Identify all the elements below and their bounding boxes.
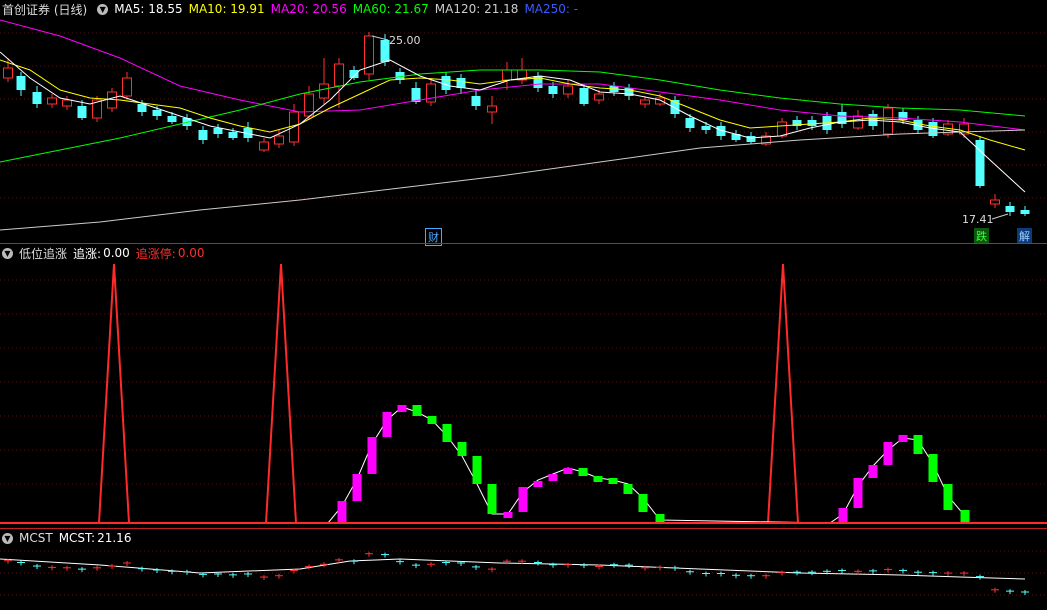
candle-body xyxy=(319,83,329,99)
event-badge-jie[interactable]: 解 xyxy=(1017,228,1032,244)
candle-body xyxy=(304,93,314,117)
candle-body xyxy=(349,70,359,78)
candle-body xyxy=(502,69,512,81)
candle-body xyxy=(198,130,208,140)
main-chart-panel[interactable]: 首创证券 (日线) ▼ MA5: 18.55 MA10: 19.91 MA20: 2… xyxy=(0,0,1047,246)
indicator-bar xyxy=(593,476,603,482)
indicator-bar xyxy=(457,442,467,456)
indicator-bar xyxy=(868,465,878,478)
candle-body xyxy=(701,126,711,130)
candle-body xyxy=(746,136,756,142)
indicator-bar xyxy=(397,405,407,412)
candle-body xyxy=(1020,210,1030,214)
indicator-bar xyxy=(518,487,528,512)
indicator-bar xyxy=(853,478,863,508)
candle-body xyxy=(594,93,604,101)
indicator-bar xyxy=(928,454,938,482)
candle-body xyxy=(685,118,695,128)
candlestick-chart[interactable]: 25.00 17.41 xyxy=(0,0,1047,244)
indicator-bar xyxy=(638,494,648,512)
candle-body xyxy=(563,85,573,95)
candle-body xyxy=(777,121,787,137)
candle-body xyxy=(471,96,481,106)
low-marker xyxy=(991,213,1009,220)
indicator-bar xyxy=(960,510,970,523)
indicator-bar xyxy=(352,474,362,501)
candle-body xyxy=(16,76,26,90)
high-marker xyxy=(371,35,389,41)
candle-body xyxy=(334,63,344,87)
indicator-chart[interactable] xyxy=(0,244,1047,528)
candle-body xyxy=(213,128,223,134)
indicator-bar xyxy=(503,512,513,518)
low-price-label: 17.41 xyxy=(962,213,994,226)
candle-body xyxy=(441,76,451,90)
event-badge-die[interactable]: 跌 xyxy=(974,228,989,244)
indicator-bar xyxy=(838,508,848,523)
candle-body xyxy=(3,67,13,79)
indicator-bar xyxy=(883,442,893,465)
candle-body xyxy=(167,116,177,122)
indicator-panel[interactable]: ▼ 低位追涨 追涨: 0.00 追涨停: 0.00 xyxy=(0,244,1047,528)
candle-body xyxy=(32,92,42,104)
candle-body xyxy=(137,104,147,112)
indicator-bar xyxy=(548,474,558,481)
indicator-bar xyxy=(427,416,437,424)
indicator-bar xyxy=(578,468,588,476)
indicator-bar xyxy=(655,514,665,523)
indicator-bar xyxy=(472,456,482,484)
indicator-bar xyxy=(533,481,543,487)
mcst-panel[interactable]: ▼ MCST MCST: 21.16 xyxy=(0,529,1047,610)
candle-body xyxy=(640,99,650,105)
candle-body xyxy=(228,132,238,138)
indicator-bar xyxy=(487,484,497,514)
candle-body xyxy=(62,99,72,107)
candle-body xyxy=(975,140,985,186)
candle-body xyxy=(152,110,162,116)
mcst-chart[interactable] xyxy=(0,529,1047,610)
indicator-bar xyxy=(382,412,392,437)
candle-body xyxy=(47,97,57,105)
ma120-line xyxy=(0,129,1026,231)
indicator-bar xyxy=(412,405,422,416)
candle-body xyxy=(274,135,284,145)
candle-body xyxy=(77,106,87,118)
indicator-bar xyxy=(898,435,908,442)
candle-body xyxy=(1005,206,1015,212)
indicator-bar xyxy=(608,478,618,484)
candle-body xyxy=(990,199,1000,205)
candle-body xyxy=(487,105,497,113)
candle-body xyxy=(853,115,863,129)
candle-body xyxy=(579,88,589,104)
candle-body xyxy=(807,120,817,126)
indicator-bar xyxy=(367,437,377,474)
mcst-line xyxy=(0,558,1026,580)
candle-body xyxy=(122,77,132,97)
indicator-bar xyxy=(337,501,347,523)
indicator-bar xyxy=(913,435,923,454)
indicator-bar xyxy=(623,484,633,494)
candle-body xyxy=(426,83,436,103)
candle-body xyxy=(548,86,558,94)
indicator-bar xyxy=(943,484,953,510)
high-price-label: 25.00 xyxy=(389,34,421,47)
candle-body xyxy=(259,141,269,151)
indicator-bar xyxy=(442,424,452,442)
candle-body xyxy=(456,78,466,88)
indicator-bar xyxy=(563,468,573,474)
